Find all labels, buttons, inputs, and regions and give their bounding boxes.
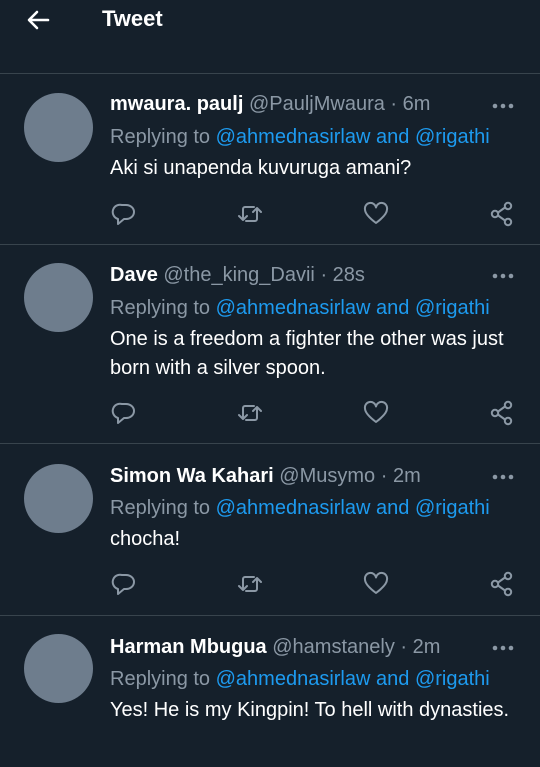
tweet-actions: [110, 570, 520, 598]
mention-link[interactable]: @ahmednasirlaw: [216, 668, 371, 690]
timestamp[interactable]: 6m: [403, 93, 431, 115]
mention-link[interactable]: @ahmednasirlaw: [216, 126, 371, 148]
more-dots-icon: [492, 474, 514, 480]
retweet-icon: [238, 206, 262, 222]
mention-link[interactable]: @rigathi: [415, 668, 490, 690]
avatar[interactable]: [24, 93, 93, 162]
replying-to: Replying to @ahmednasirlaw and @rigathi: [110, 295, 490, 321]
display-name[interactable]: Dave: [110, 264, 158, 286]
replying-to: Replying to @ahmednasirlaw and @rigathi: [110, 666, 490, 692]
more-options-button[interactable]: [492, 273, 514, 279]
mention-and: and: [376, 126, 410, 148]
tweet-item[interactable]: Dave @the_king_Davii · 28s Replying to @…: [0, 245, 540, 444]
like-icon: [363, 201, 389, 224]
like-icon: [363, 571, 389, 594]
mention-link[interactable]: @ahmednasirlaw: [216, 297, 371, 319]
timestamp[interactable]: 2m: [413, 636, 441, 658]
user-handle[interactable]: @Musymo: [279, 465, 375, 487]
reply-button[interactable]: [110, 570, 138, 598]
tweet-text: Yes! He is my Kingpin! To hell with dyna…: [110, 699, 510, 721]
share-button[interactable]: [488, 200, 516, 228]
tweet-header: Dave @the_king_Davii · 28s: [110, 262, 365, 288]
reply-button[interactable]: [110, 200, 138, 228]
replying-to-label: Replying to: [110, 126, 211, 148]
more-options-button[interactable]: [492, 474, 514, 480]
separator: ·: [390, 93, 398, 115]
tweet-item[interactable]: mwaura. paulj @PauljMwaura · 6m Replying…: [0, 74, 540, 245]
tweet-header: Simon Wa Kahari @Musymo · 2m: [110, 463, 421, 489]
more-dots-icon: [492, 273, 514, 279]
share-icon: [490, 571, 513, 597]
mention-and: and: [376, 297, 410, 319]
timestamp[interactable]: 28s: [333, 264, 365, 286]
tweet-actions: [110, 399, 520, 427]
separator: ·: [400, 636, 408, 658]
like-icon: [363, 400, 389, 423]
reply-icon: [111, 203, 135, 225]
more-dots-icon: [492, 103, 514, 109]
back-button[interactable]: [22, 4, 54, 36]
timestamp[interactable]: 2m: [393, 465, 421, 487]
page-title: Tweet: [102, 6, 163, 31]
retweet-button[interactable]: [236, 570, 264, 598]
tweet-text: chocha!: [110, 528, 181, 550]
more-dots-icon: [492, 645, 514, 651]
mention-link[interactable]: @ahmednasirlaw: [216, 497, 371, 519]
tweet-actions: [110, 200, 520, 228]
display-name[interactable]: Harman Mbugua: [110, 636, 267, 658]
arrow-left-icon: [27, 10, 50, 30]
share-icon: [490, 201, 513, 227]
reply-button[interactable]: [110, 399, 138, 427]
like-button[interactable]: [362, 200, 390, 228]
share-icon: [490, 400, 513, 426]
avatar[interactable]: [24, 634, 93, 703]
like-button[interactable]: [362, 570, 390, 598]
mention-link[interactable]: @rigathi: [415, 497, 490, 519]
avatar[interactable]: [24, 464, 93, 533]
tweet-header: Harman Mbugua @hamstanely · 2m: [110, 634, 440, 660]
display-name[interactable]: mwaura. paulj: [110, 93, 243, 115]
mention-link[interactable]: @rigathi: [415, 297, 490, 319]
replying-to-label: Replying to: [110, 668, 211, 690]
tweet-text: Aki si unapenda kuvuruga amani?: [110, 157, 412, 179]
replying-to: Replying to @ahmednasirlaw and @rigathi: [110, 495, 490, 521]
share-button[interactable]: [488, 399, 516, 427]
tweet-header: mwaura. paulj @PauljMwaura · 6m: [110, 91, 430, 117]
more-options-button[interactable]: [492, 103, 514, 109]
reply-icon: [111, 402, 135, 424]
retweet-button[interactable]: [236, 399, 264, 427]
replying-to: Replying to @ahmednasirlaw and @rigathi: [110, 124, 490, 150]
reply-icon: [111, 573, 135, 595]
retweet-icon: [238, 576, 262, 592]
tweet-text: One is a freedom a fighter the other was…: [110, 328, 504, 379]
mention-and: and: [376, 497, 410, 519]
share-button[interactable]: [488, 570, 516, 598]
mention-and: and: [376, 668, 410, 690]
replying-to-label: Replying to: [110, 497, 211, 519]
separator: ·: [380, 465, 388, 487]
retweet-button[interactable]: [236, 200, 264, 228]
avatar[interactable]: [24, 263, 93, 332]
mention-link[interactable]: @rigathi: [415, 126, 490, 148]
display-name[interactable]: Simon Wa Kahari: [110, 465, 274, 487]
retweet-icon: [238, 405, 262, 421]
top-bar: Tweet: [0, 0, 540, 74]
user-handle[interactable]: @the_king_Davii: [163, 264, 315, 286]
more-options-button[interactable]: [492, 645, 514, 651]
separator: ·: [320, 264, 328, 286]
tweet-item[interactable]: Simon Wa Kahari @Musymo · 2m Replying to…: [0, 444, 540, 616]
like-button[interactable]: [362, 399, 390, 427]
user-handle[interactable]: @PauljMwaura: [249, 93, 385, 115]
replying-to-label: Replying to: [110, 297, 211, 319]
tweet-item[interactable]: Harman Mbugua @hamstanely · 2m Replying …: [0, 616, 540, 767]
user-handle[interactable]: @hamstanely: [272, 636, 395, 658]
